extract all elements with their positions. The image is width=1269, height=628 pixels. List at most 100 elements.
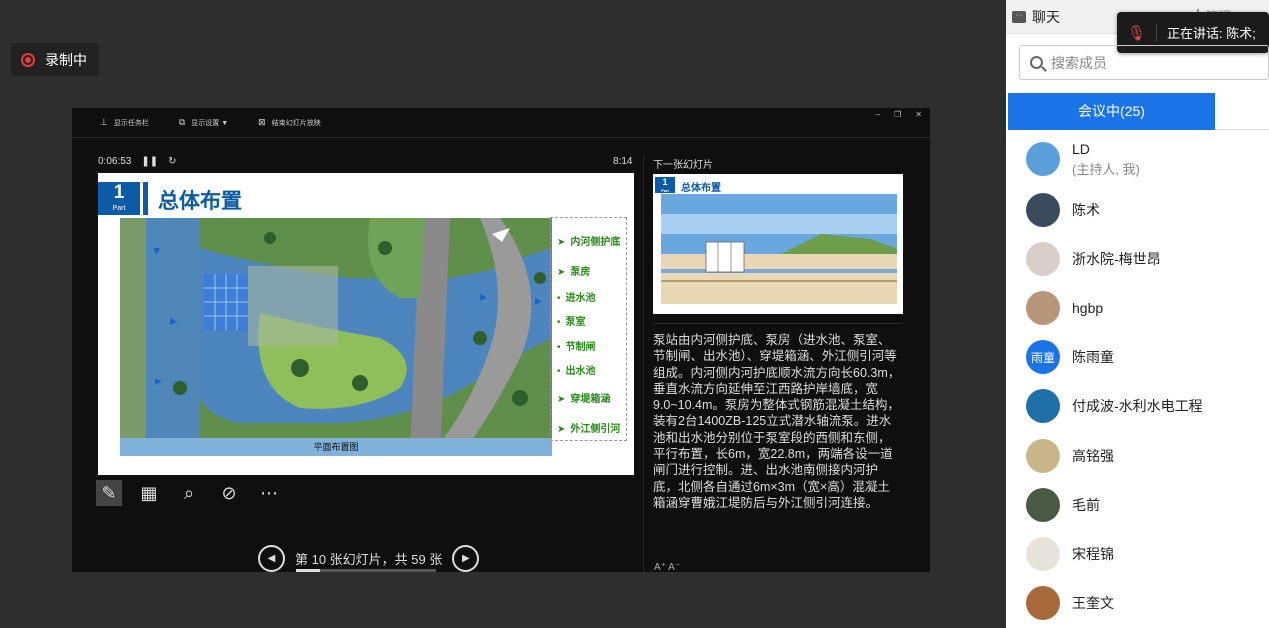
speaker-notes[interactable]: 泵站由内河侧护底、泵房（进水池、泵室、节制闸、出水池）、穿堤箱涵、外江侧引河等组… (653, 332, 901, 511)
member-info: 陈术 (1072, 200, 1100, 220)
current-slide[interactable]: 1 Part 总体布置 平面布置图 ➤ 内河侧护底 ➤ 泵房 • 进水池 • 泵… (98, 173, 634, 475)
record-icon (21, 52, 35, 67)
legend-item: ➤ 穿堤箱涵 (557, 394, 611, 405)
mic-icon: 🎙 (1117, 23, 1157, 42)
recording-label: 录制中 (45, 51, 87, 68)
chat-tab[interactable]: 聊天 (1032, 7, 1060, 27)
member-row[interactable]: 高铭强 (1008, 431, 1269, 480)
recording-badge[interactable]: 录制中 (11, 43, 99, 76)
member-info: 高铭强 (1072, 446, 1114, 466)
member-info: 毛前 (1072, 495, 1100, 515)
pane-divider[interactable] (643, 156, 644, 572)
legend-item: • 进水池 (557, 293, 596, 304)
avatar (1026, 438, 1060, 473)
site-plan-image (120, 218, 552, 456)
legend-item: ➤ 泵房 (557, 267, 591, 278)
member-info: 付成波-水利水电工程 (1072, 396, 1203, 416)
close-icon[interactable]: ✕ (915, 110, 922, 119)
legend-item: ➤ 内河侧护底 (557, 237, 621, 248)
end-show-icon: ⊠ (258, 117, 266, 127)
member-name: 宋程锦 (1072, 545, 1114, 562)
slide-counter: 第 10 张幻灯片，共 59 张 (295, 552, 443, 567)
member-role: (主持人, 我) (1072, 161, 1140, 177)
presenter-view: ⊥ 显示任务栏 ⧉ 显示设置 ▼ ⊠ 结束幻灯片放映 – ❐ ✕ 0:06:53… (72, 108, 930, 573)
avatar: 雨童 (1026, 340, 1060, 375)
member-name: hgbp (1072, 299, 1104, 316)
slide-progress-fill (296, 569, 320, 572)
legend-item: • 节制闸 (557, 342, 596, 353)
search-icon (1030, 56, 1043, 69)
member-name: 陈雨童 (1072, 349, 1114, 366)
member-row[interactable]: LD (主持人, 我) (1008, 133, 1269, 185)
presenter-toolbar: ⊥ 显示任务栏 ⧉ 显示设置 ▼ ⊠ 结束幻灯片放映 (72, 108, 930, 138)
member-row[interactable]: hgbp (1008, 283, 1269, 332)
member-row[interactable]: 毛前 (1008, 480, 1269, 529)
restore-icon[interactable]: ❐ (894, 110, 901, 119)
avatar (1026, 290, 1060, 325)
member-name: 毛前 (1072, 496, 1100, 513)
member-info: LD (主持人, 我) (1072, 141, 1140, 178)
member-name: 王奎文 (1072, 595, 1114, 612)
next-slide-preview[interactable]: 1 Part 总体布置 (653, 174, 903, 314)
member-row[interactable]: 雨童 陈雨童 (1008, 333, 1269, 382)
member-name: 付成波-水利水电工程 (1072, 398, 1203, 415)
legend-item: • 泵室 (557, 317, 586, 328)
legend-item: • 出水池 (557, 366, 596, 377)
clock: 8:14 (613, 156, 633, 167)
search-placeholder: 搜索成员 (1051, 54, 1107, 71)
video-stage: 录制中 ⊥ 显示任务栏 ⧉ 显示设置 ▼ ⊠ 结束幻灯片放映 – ❐ ✕ 0:0… (0, 0, 1006, 628)
all-slides-icon[interactable]: ▦ (136, 480, 162, 506)
pause-icon[interactable]: ❚❚ (141, 156, 158, 167)
notes-divider (653, 323, 903, 324)
member-row[interactable]: 付成波-水利水电工程 (1008, 382, 1269, 431)
member-info: 浙水院-梅世昂 (1072, 249, 1161, 269)
more-options-icon[interactable]: ⋯ (256, 480, 282, 506)
legend-item: ➤ 外江侧引河 (557, 424, 621, 435)
avatar (1026, 487, 1060, 522)
slide-progress-bar (296, 569, 436, 572)
tab-in-meeting[interactable]: 会议中(25) (1008, 93, 1215, 130)
taskbar-icon: ⊥ (100, 117, 108, 127)
display-icon: ⧉ (178, 117, 186, 127)
member-row[interactable]: 王奎文 (1008, 579, 1269, 628)
display-settings-button[interactable]: ⧉ 显示设置 ▼ (179, 117, 228, 128)
avatar (1026, 142, 1060, 176)
next-slide-label: 下一张幻灯片 (653, 160, 713, 171)
previous-slide-button[interactable]: ◀ (258, 545, 285, 572)
section-diagram-image (661, 194, 897, 304)
member-info: hgbp (1072, 300, 1103, 316)
window-controls: – ❐ ✕ (876, 110, 922, 119)
legend-panel: ➤ 内河侧护底 ➤ 泵房 • 进水池 • 泵室 • 节制闸 • 出水池 ➤ 穿堤箱涵 ➤ 外江侧… (550, 217, 627, 441)
map-caption: 平面布置图 (120, 438, 552, 456)
avatar (1026, 389, 1060, 424)
avatar (1026, 536, 1060, 571)
restart-icon[interactable]: ↻ (168, 156, 176, 167)
minimize-icon[interactable]: – (876, 110, 880, 119)
elapsed-timer: 0:06:53 ❚❚ ↻ (98, 156, 177, 167)
zoom-icon[interactable]: ⌕ (176, 480, 202, 506)
member-name: LD (1072, 140, 1090, 157)
title-bar-accent (143, 182, 148, 215)
show-taskbar-button[interactable]: ⊥ 显示任务栏 (100, 117, 149, 128)
pen-icon[interactable]: ✎ (96, 480, 122, 506)
font-size-controls[interactable]: A⁺ A⁻ (654, 562, 680, 573)
speaking-text: 正在讲话: 陈术; (1167, 26, 1256, 41)
black-screen-icon[interactable]: ⊘ (216, 480, 242, 506)
member-row[interactable]: 浙水院-梅世昂 (1008, 234, 1269, 283)
end-slideshow-button[interactable]: ⊠ 结束幻灯片放映 (258, 117, 321, 128)
member-search[interactable]: 搜索成员 (1019, 45, 1269, 80)
next-part-badge: 1 Part (655, 177, 675, 193)
member-row[interactable]: 陈术 (1008, 185, 1269, 234)
tab-other[interactable] (1215, 93, 1269, 130)
chat-icon: ··· (1012, 10, 1026, 23)
avatar (1026, 586, 1060, 621)
member-info: 宋程锦 (1072, 544, 1114, 564)
slide-navigation: ◀ 第 10 张幻灯片，共 59 张 ▶ (258, 545, 480, 572)
member-info: 王奎文 (1072, 593, 1114, 613)
next-slide-button[interactable]: ▶ (452, 545, 480, 572)
member-name: 高铭强 (1072, 447, 1114, 464)
next-slide-title: 总体布置 (681, 183, 721, 194)
part-badge: 1 Part (98, 182, 140, 215)
member-row[interactable]: 宋程锦 (1008, 529, 1269, 578)
member-info: 陈雨童 (1072, 347, 1114, 367)
